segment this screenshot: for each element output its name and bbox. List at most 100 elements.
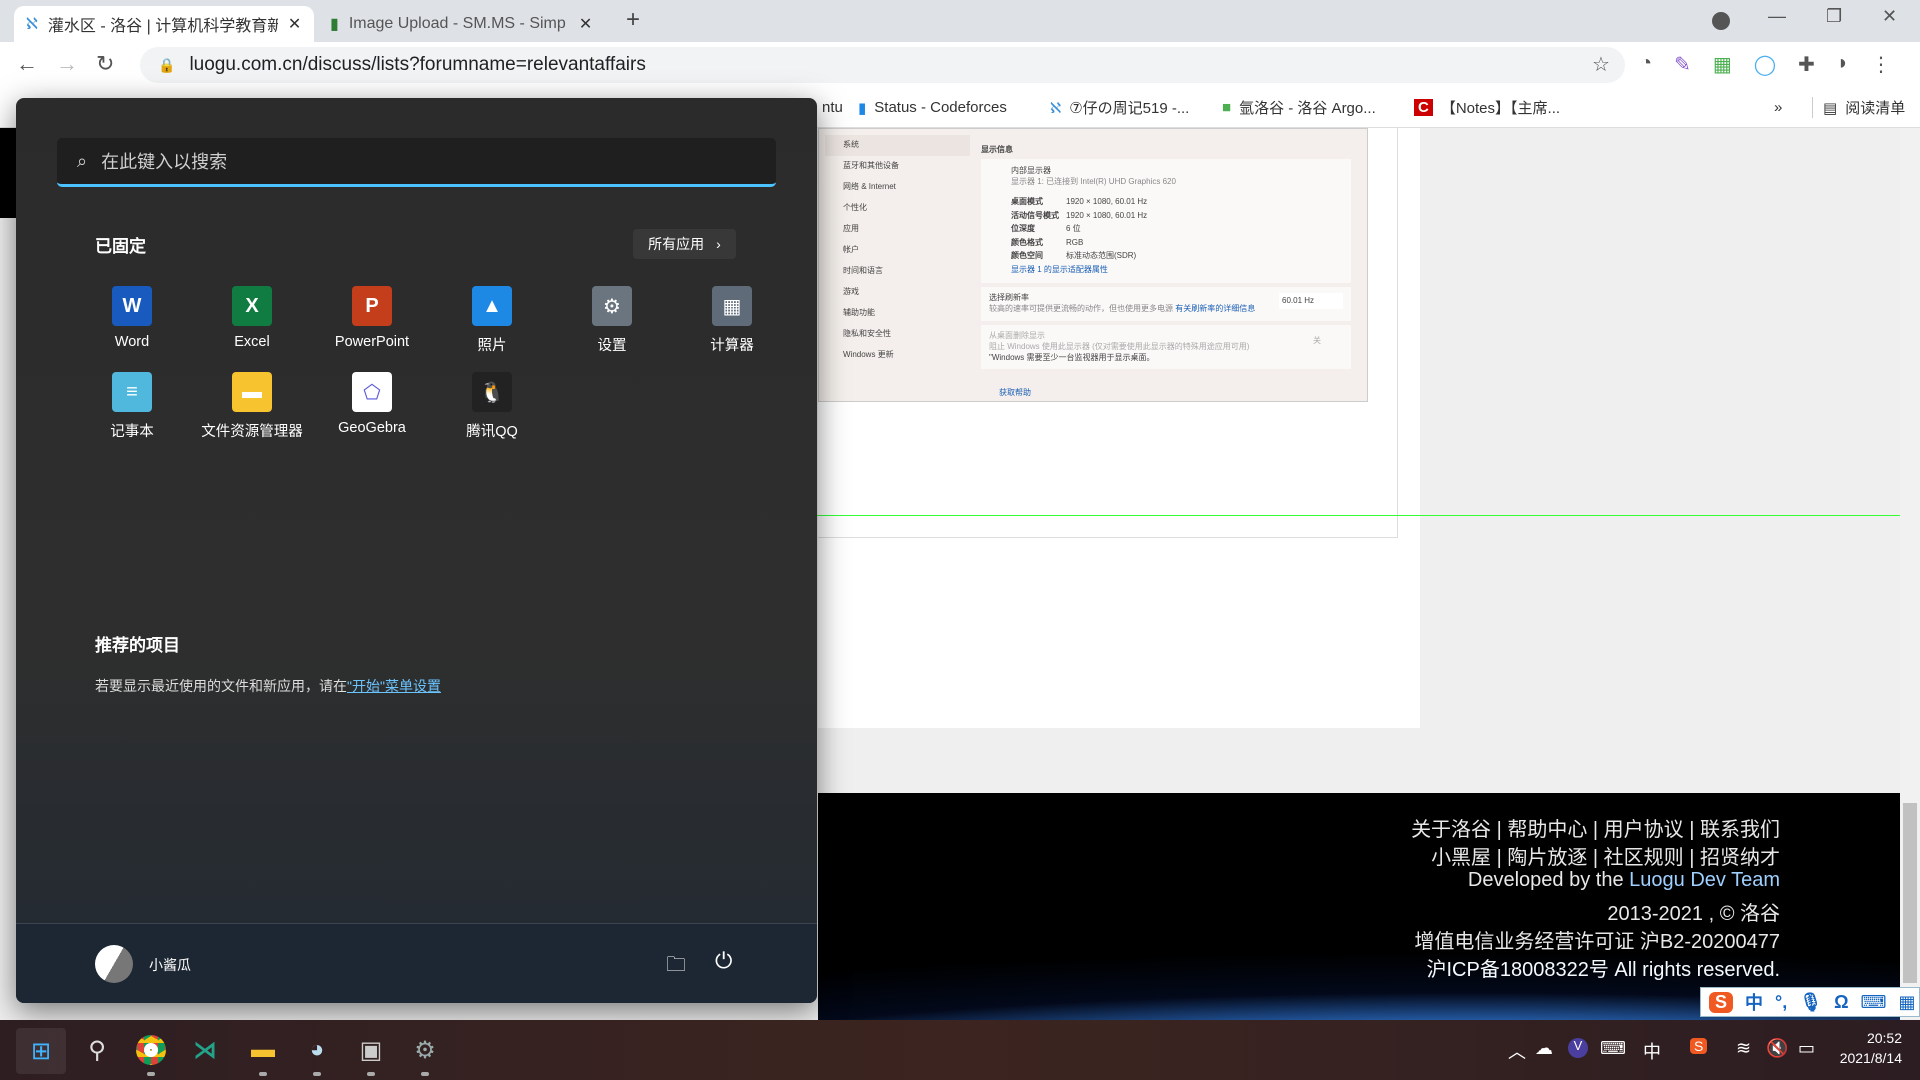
ime-punct-toggle[interactable]: °, <box>1775 992 1787 1013</box>
user-name[interactable]: 小酱瓜 <box>149 955 191 975</box>
lock-icon: 🔒 <box>158 56 176 73</box>
search-icon[interactable]: ⚲ <box>77 1030 117 1070</box>
server-app-icon[interactable]: ▣ <box>351 1030 391 1076</box>
bar-chart-favicon-icon: ▮ <box>330 16 339 33</box>
pinned-app-3[interactable]: ▲ 照片 <box>432 286 552 355</box>
wifi-icon[interactable]: ≋ <box>1736 1038 1751 1059</box>
close-tab-icon[interactable]: ✕ <box>288 14 301 34</box>
sogou-tray-icon[interactable]: S <box>1690 1038 1708 1054</box>
luogu-favicon-icon: ℵ <box>26 16 38 33</box>
all-apps-button[interactable]: 所有应用 › <box>633 229 736 259</box>
extension-pen-icon[interactable]: ✎ <box>1674 52 1691 77</box>
touch-keyboard-icon[interactable]: ⌨ <box>1600 1038 1626 1059</box>
site-footer: 关于洛谷 | 帮助中心 | 用户协议 | 联系我们 小黑屋 | 陶片放逐 | 社… <box>818 793 1900 1020</box>
apps-grid-icon[interactable]: ▦ <box>1899 992 1916 1013</box>
extension-grid-icon[interactable]: ▦ <box>1713 52 1732 77</box>
visual-studio-code-icon[interactable]: ⋊ <box>185 1030 225 1070</box>
app-icon: ⚙ <box>592 286 632 326</box>
extensions-puzzle-icon[interactable]: ✚ <box>1798 52 1815 77</box>
pinned-app-2[interactable]: P PowerPoint <box>312 286 432 350</box>
url-text[interactable]: luogu.com.cn/discuss/lists?forumname=rel… <box>189 54 645 76</box>
remove-display-panel: 从桌面删除显示 阻止 Windows 使用此显示器 (仅对需要使用此显示器的特殊… <box>981 325 1351 369</box>
anime-app-icon[interactable]: ◕ <box>297 1030 337 1076</box>
input-language[interactable]: 中 <box>1643 1038 1661 1064</box>
file-explorer-icon[interactable]: ▬ <box>243 1030 283 1076</box>
volume-muted-icon[interactable]: 🔇 <box>1766 1038 1788 1059</box>
close-tab-icon[interactable]: ✕ <box>579 14 592 34</box>
pinned-title: 已固定 <box>95 237 146 256</box>
pinned-app-5[interactable]: ▦ 计算器 <box>672 286 792 355</box>
bookmark-notes[interactable]: C 【Notes】【主席... <box>1414 97 1560 118</box>
tab-smms[interactable]: ▮ Image Upload - SM.MS - Simp ✕ <box>318 6 608 42</box>
reading-list-button[interactable]: ▤ 阅读清单 <box>1812 97 1905 118</box>
extension-leaf-icon[interactable]: ◗ <box>1837 52 1849 77</box>
bookmark-codeforces[interactable]: ▮ Status - Codeforces <box>858 99 1007 117</box>
onedrive-icon[interactable]: ☁ <box>1535 1038 1553 1059</box>
chevron-right-icon: › <box>716 236 721 252</box>
clock[interactable]: 20:52 2021/8/14 <box>1832 1028 1902 1068</box>
reload-icon[interactable]: ↻ <box>96 51 114 77</box>
bookmark-argo[interactable]: ■ 氩洛谷 - 洛谷 Argo... <box>1222 97 1376 118</box>
start-user-bar: 小酱瓜 🗀 ⏻ <box>16 923 817 1003</box>
pinned-app-0[interactable]: W Word <box>72 286 192 350</box>
ime-lang-toggle[interactable]: 中 <box>1745 989 1763 1015</box>
app-label: 设置 <box>597 338 627 354</box>
pinned-app-7[interactable]: ▬ 文件资源管理器 <box>192 372 312 441</box>
bookmark-star-icon[interactable]: ☆ <box>1592 52 1610 77</box>
browser-toolbar: ← → ↻ 🔒 luogu.com.cn/discuss/lists?forum… <box>0 42 1920 88</box>
embedded-settings-screenshot: 系统 蓝牙和其他设备 网络 & Internet 个性化 应用 帐户 时间和语言… <box>818 128 1368 402</box>
folder-icon[interactable]: 🗀 <box>666 950 686 984</box>
taskbar: ⊞ ⚲ ⋊ ▬ ◕ ▣ ⚙ ︿ ☁ V ⌨ 中 S ≋ 🔇 ▭ 20:52 202… <box>0 1020 1920 1080</box>
pinned-app-1[interactable]: X Excel <box>192 286 312 350</box>
pinned-app-8[interactable]: ⬠ GeoGebra <box>312 372 432 436</box>
pinned-app-9[interactable]: 🐧 腾讯QQ <box>432 372 552 441</box>
search-icon: ⌕ <box>77 150 88 171</box>
back-icon[interactable]: ← <box>16 51 38 77</box>
sogou-logo-icon[interactable]: S <box>1709 991 1734 1013</box>
reading-list-icon: ▤ <box>1823 99 1838 117</box>
tab-luogu[interactable]: ℵ 灌水区 - 洛谷 | 计算机科学教育新 ✕ <box>14 6 314 42</box>
app-icon: W <box>112 286 152 326</box>
microphone-icon[interactable]: 🎙 <box>1799 992 1822 1013</box>
chevron-up-icon[interactable]: ︿ <box>1508 1038 1526 1064</box>
footer-links-2[interactable]: 小黑屋 | 陶片放逐 | 社区规则 | 招贤纳才 <box>1431 841 1780 870</box>
app-label: 照片 <box>477 338 507 354</box>
app-label: Word <box>114 334 150 350</box>
settings-gear-icon[interactable]: ⚙ <box>405 1030 445 1076</box>
keyboard-icon[interactable]: ⌨ <box>1861 992 1887 1013</box>
footer-links[interactable]: 关于洛谷 | 帮助中心 | 用户协议 | 联系我们 <box>1411 813 1780 842</box>
profile-dropdown-icon[interactable] <box>1712 12 1730 30</box>
app-icon: ≡ <box>112 372 152 412</box>
forward-icon[interactable]: → <box>56 51 78 77</box>
battery-charging-icon[interactable]: ▭ <box>1798 1038 1815 1059</box>
chrome-icon[interactable] <box>131 1030 171 1076</box>
bookmark-weekly[interactable]: ℵ ⑦仔の周记519 -... <box>1050 97 1189 118</box>
app-label: GeoGebra <box>338 420 406 436</box>
extension-speed-icon[interactable]: ◔ <box>1640 52 1652 77</box>
tab-strip: ℵ 灌水区 - 洛谷 | 计算机科学教育新 ✕ ▮ Image Upload -… <box>0 0 1920 42</box>
pinned-app-4[interactable]: ⚙ 设置 <box>552 286 672 355</box>
app-icon: X <box>232 286 272 326</box>
start-search-input[interactable]: ⌕ 在此键入以搜索 <box>57 138 776 187</box>
pinned-app-6[interactable]: ≡ 记事本 <box>72 372 192 441</box>
bookmark-item[interactable]: ntu <box>822 99 843 116</box>
extension-circle-icon[interactable]: ◯ <box>1754 52 1776 77</box>
close-window-button[interactable]: ✕ <box>1882 6 1897 27</box>
menu-kebab-icon[interactable]: ⋮ <box>1871 52 1891 77</box>
restore-button[interactable]: ❐ <box>1826 6 1842 27</box>
scrollbar-thumb[interactable] <box>1903 803 1917 983</box>
app-label: 计算器 <box>710 338 754 354</box>
minimize-button[interactable]: — <box>1768 6 1786 27</box>
omega-symbol-icon[interactable]: Ω <box>1834 992 1848 1013</box>
app-icon: P <box>352 286 392 326</box>
address-bar[interactable]: 🔒 luogu.com.cn/discuss/lists?forumname=r… <box>140 47 1625 83</box>
app-label: Excel <box>234 334 270 350</box>
more-bookmarks-button[interactable]: » <box>1774 99 1782 116</box>
power-icon[interactable]: ⏻ <box>715 948 732 974</box>
new-tab-button[interactable]: + <box>626 6 640 34</box>
v-app-icon[interactable]: V <box>1568 1038 1588 1058</box>
windows-start-icon[interactable]: ⊞ <box>16 1028 66 1074</box>
start-settings-link[interactable]: "开始"菜单设置 <box>347 678 441 694</box>
avatar[interactable] <box>95 945 133 983</box>
dev-team-link[interactable]: Luogu Dev Team <box>1629 869 1780 891</box>
